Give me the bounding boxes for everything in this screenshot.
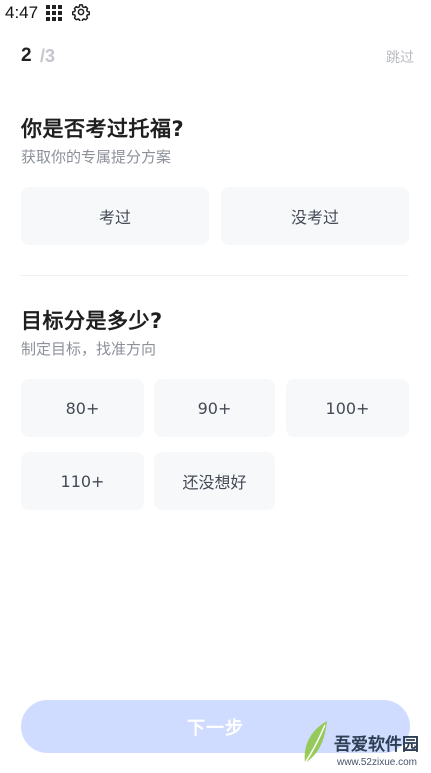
option-score-100[interactable]: 100+ xyxy=(286,379,409,437)
gear-icon xyxy=(72,4,90,21)
skip-button[interactable]: 跳过 xyxy=(386,47,414,67)
watermark: 吾爱软件园 www.52zixue.com xyxy=(297,707,427,771)
step-total: /3 xyxy=(40,46,56,66)
step-current: 2 xyxy=(21,45,32,66)
option-score-90[interactable]: 90+ xyxy=(154,379,275,437)
question2-title: 目标分是多少? xyxy=(21,309,163,333)
section-divider xyxy=(21,275,409,276)
status-bar: 4:47 xyxy=(0,0,431,26)
watermark-brand: 吾爱软件园 xyxy=(334,735,419,755)
leaf-logo-icon xyxy=(304,721,327,764)
option-score-undecided[interactable]: 还没想好 xyxy=(154,452,275,510)
status-time: 4:47 xyxy=(5,3,39,22)
question1-title: 你是否考过托福? xyxy=(21,117,185,141)
option-not-taken-toefl[interactable]: 没考过 xyxy=(221,187,409,245)
option-score-80[interactable]: 80+ xyxy=(21,379,144,437)
option-taken-toefl[interactable]: 考过 xyxy=(21,187,209,245)
question1-subtitle: 获取你的专属提分方案 xyxy=(21,148,172,166)
option-score-110[interactable]: 110+ xyxy=(21,452,144,510)
question2-subtitle: 制定目标，找准方向 xyxy=(21,340,157,358)
watermark-url: www.52zixue.com xyxy=(336,757,417,768)
grid-icon xyxy=(46,5,62,21)
